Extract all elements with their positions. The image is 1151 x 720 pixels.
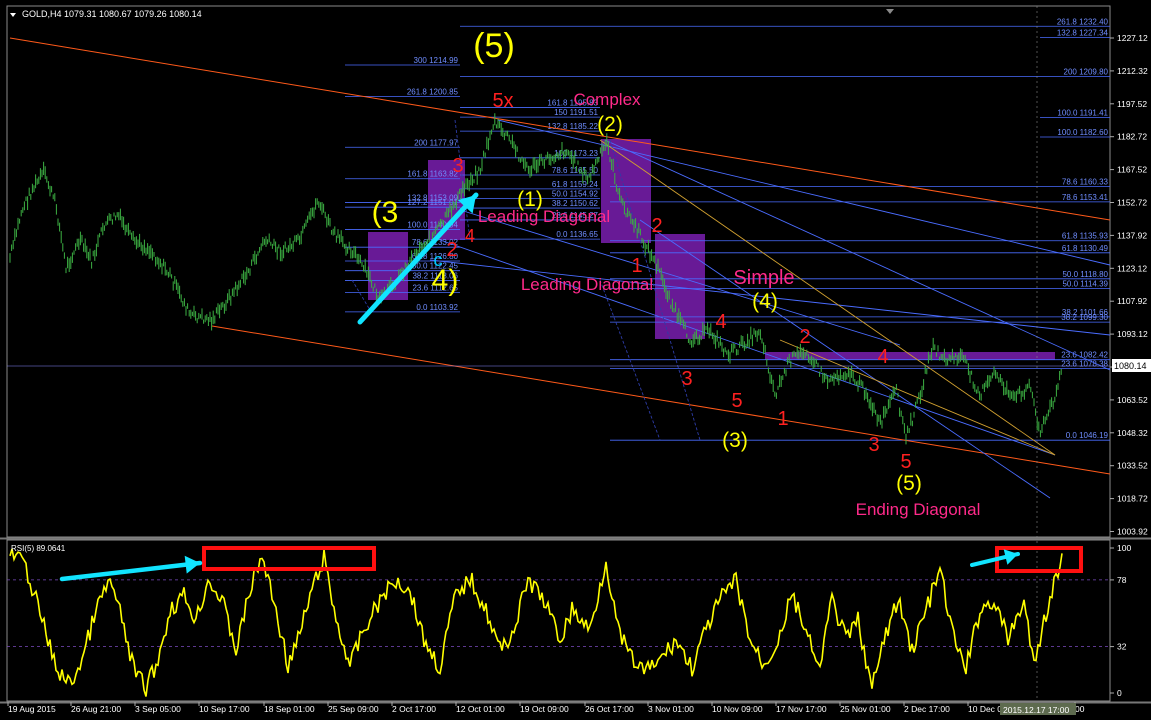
fib-level-label: 61.8 1159.24 <box>552 180 599 189</box>
fib-level-label: 61.8 1135.93 <box>1062 232 1109 241</box>
wave-label: (5) <box>896 472 922 495</box>
fib-level-label: 300 1214.99 <box>414 56 459 65</box>
time-axis-tick: 25 Nov 01:00 <box>840 704 891 714</box>
wave-label: 2 <box>651 215 662 237</box>
wave-label: Leading Diagonal <box>478 207 610 226</box>
price-axis-tick: 1107.92 <box>1117 296 1147 306</box>
price-axis-tick: 1063.52 <box>1117 395 1148 405</box>
cursor-time-label: 2015.12.17 17:00 <box>1003 705 1069 715</box>
fib-level-label: 150 1191.51 <box>554 108 598 117</box>
wave-label: 2 <box>446 239 457 261</box>
wave-label: Complex <box>573 90 641 109</box>
wave-label: 4 <box>465 226 475 246</box>
wave-label: 1 <box>777 408 788 430</box>
wave-label: 5 <box>900 451 911 473</box>
fib-level-label: 78.6 1165.50 <box>552 166 599 175</box>
time-axis-tick: 19 Aug 2015 <box>8 704 56 714</box>
time-axis-tick: 3 Sep 05:00 <box>135 704 181 714</box>
chart-header: GOLD,H4 1079.31 1080.67 1079.26 1080.14 <box>22 9 202 19</box>
wave-label: 4 <box>715 311 726 333</box>
fib-level-label: 0.0 1046.19 <box>1066 431 1109 440</box>
fib-level-label: 0.0 1136.65 <box>556 230 598 239</box>
wave-label: 4) <box>432 264 459 297</box>
price-axis-tick: 1152.72 <box>1117 198 1147 208</box>
time-axis-tick: 26 Aug 21:00 <box>71 704 121 714</box>
time-axis-tick: 2 Oct 17:00 <box>392 704 436 714</box>
price-axis-tick: 1003.92 <box>1117 527 1148 537</box>
wave-label: Ending Diagonal <box>856 500 981 519</box>
price-axis-tick: 1048.32 <box>1117 428 1148 438</box>
wave-label: (4) <box>752 290 778 313</box>
time-axis-tick: 3 Nov 01:00 <box>648 704 694 714</box>
wave-label: 3 <box>452 155 463 177</box>
fib-level-label: 161.8 1163.82 <box>407 170 458 179</box>
rsi-header: RSI(5) 89.0641 <box>11 544 66 553</box>
price-axis-tick: 1123.12 <box>1117 263 1147 273</box>
price-axis-tick: 1182.72 <box>1117 132 1147 142</box>
time-axis-tick: 10 Nov 09:00 <box>712 704 763 714</box>
fib-level-label: 38.2 1099.30 <box>1061 313 1108 322</box>
price-axis-tick: 1167.52 <box>1117 165 1147 175</box>
time-axis-tick: 25 Sep 09:00 <box>328 704 379 714</box>
wave-label: 1 <box>631 255 642 277</box>
wave-label: (2) <box>597 113 623 136</box>
fib-level-label: 132.8 1185.22 <box>547 122 598 131</box>
wave-label: 3 <box>868 434 879 456</box>
rsi-axis-tick: 0 <box>1117 688 1122 698</box>
fib-level-label: 50.0 1118.80 <box>1062 270 1108 279</box>
time-axis-tick: 2 Dec 17:00 <box>904 704 950 714</box>
price-axis-tick: 1227.12 <box>1117 33 1148 43</box>
wave-label: (3) <box>722 429 748 452</box>
time-axis-tick: 17 Nov 17:00 <box>776 704 827 714</box>
wave-label: 5x <box>492 90 513 112</box>
wave-label: Simple <box>733 267 794 289</box>
fib-level-label: 100.0 1182.60 <box>1057 128 1108 137</box>
fib-level-label: 127.2 1151.01 <box>407 198 458 207</box>
rsi-axis-tick: 100 <box>1117 543 1131 553</box>
time-axis-tick: 19 Oct 09:00 <box>520 704 569 714</box>
fib-level-label: 50.0 1154.92 <box>552 189 599 198</box>
time-axis-tick: 00 <box>1075 704 1085 714</box>
fib-level-label: 50.0 1114.39 <box>1062 280 1108 289</box>
time-axis-tick: 18 Sep 01:00 <box>264 704 315 714</box>
fib-level-label: 100.0 1191.41 <box>1057 108 1108 117</box>
fib-level-label: 0.0 1103.92 <box>416 303 458 312</box>
wave-label: 2 <box>799 326 810 348</box>
fib-level-label: 132.8 1227.34 <box>1057 29 1109 38</box>
fib-level-label: 200 1209.80 <box>1064 68 1109 77</box>
price-axis-tick: 1033.52 <box>1117 461 1148 471</box>
gold-h4-chart: 132.8 1227.34 100.0 1191.41 100.0 1182.60 7… <box>0 0 1151 720</box>
fib-level-label: 78.6 1160.33 <box>1062 177 1109 186</box>
wave-label: Leading Diagonal <box>521 275 653 294</box>
wave-label: (5) <box>473 27 515 65</box>
fib-level-label: 23.6 1078.38 <box>1061 360 1108 369</box>
price-axis-tick: 1018.72 <box>1117 494 1148 504</box>
time-axis-tick: 12 Oct 01:00 <box>456 704 505 714</box>
wave-label: 5 <box>731 390 742 412</box>
rsi-axis-tick: 32 <box>1117 642 1127 652</box>
fib-level-label: 261.8 1200.85 <box>407 87 459 96</box>
wave-label: 3 <box>681 368 692 390</box>
fib-level-label: 261.8 1232.40 <box>1057 17 1109 26</box>
price-axis-tick: 1093.12 <box>1117 329 1148 339</box>
wave-label: 4 <box>877 346 888 368</box>
wave-label: (3 <box>372 196 399 229</box>
price-axis-tick: 1197.52 <box>1117 99 1147 109</box>
price-axis-tick: 1137.92 <box>1117 230 1147 240</box>
rsi-axis-tick: 78 <box>1117 575 1127 585</box>
fib-level-label: 61.8 1130.49 <box>1062 244 1109 253</box>
time-axis-tick: 26 Oct 17:00 <box>585 704 634 714</box>
price-axis-tick: 1212.32 <box>1117 66 1148 76</box>
fib-level-label: 78.6 1153.41 <box>1062 193 1109 202</box>
current-price-label: 1080.14 <box>1114 361 1147 371</box>
time-axis-tick: 10 Sep 17:00 <box>199 704 250 714</box>
fib-level-label: 200 1177.97 <box>414 138 458 147</box>
